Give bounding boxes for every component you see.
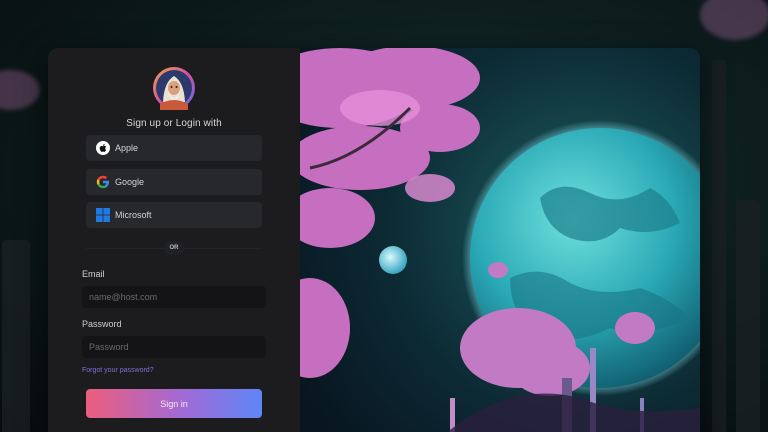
auth-heading: Sign up or Login with <box>126 118 222 129</box>
logo-avatar <box>153 67 195 110</box>
email-label: Email <box>82 269 105 279</box>
forgot-password-link[interactable]: Forgot your password? <box>82 367 154 374</box>
email-field[interactable] <box>82 286 266 308</box>
google-login-label: Google <box>115 177 145 187</box>
password-field[interactable] <box>82 336 266 358</box>
login-card: Sign up or Login with Apple Google Micro… <box>48 48 700 432</box>
microsoft-icon <box>96 208 110 222</box>
password-label: Password <box>82 319 122 329</box>
apple-login-label: Apple <box>115 143 139 153</box>
fantasy-landscape-artwork <box>300 48 700 432</box>
apple-login-button[interactable]: Apple <box>86 135 262 161</box>
microsoft-login-label: Microsoft <box>115 210 152 220</box>
sign-in-button[interactable]: Sign in <box>86 389 262 418</box>
login-panel: Sign up or Login with Apple Google Micro… <box>48 48 300 432</box>
microsoft-login-button[interactable]: Microsoft <box>86 202 262 228</box>
google-icon <box>96 175 110 189</box>
google-login-button[interactable]: Google <box>86 169 262 195</box>
apple-icon <box>96 141 110 155</box>
or-divider: OR <box>164 241 184 255</box>
